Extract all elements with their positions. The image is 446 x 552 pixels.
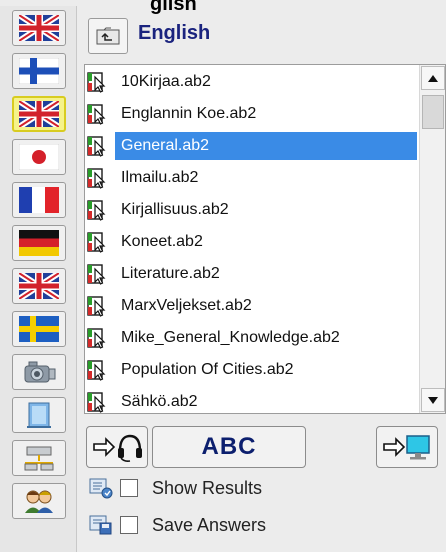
sidebar-item-camera[interactable] [12, 354, 66, 390]
file-list-item[interactable]: 10Kirjaa.ab2 [85, 66, 421, 98]
file-list-item[interactable]: Koneet.ab2 [85, 226, 421, 258]
file-list-item[interactable]: General.ab2 [85, 130, 421, 162]
language-sidebar [0, 6, 77, 552]
save-answers-icon [89, 515, 112, 535]
sidebar-item-uk-1[interactable] [12, 10, 66, 46]
arrow-headset-icon [93, 434, 142, 462]
show-results-label: Show Results [152, 477, 263, 498]
abc-file-icon [87, 136, 106, 157]
sidebar-item-japan[interactable] [12, 139, 66, 175]
abc-file-icon [87, 264, 106, 285]
file-name: Literature.ab2 [121, 265, 220, 282]
sidebar-item-network[interactable] [12, 440, 66, 476]
camera-icon [24, 361, 56, 383]
abc-label: ABC [201, 433, 257, 460]
file-list-item[interactable]: Literature.ab2 [85, 258, 421, 290]
flag-finland-icon [19, 58, 59, 84]
sidebar-item-finland[interactable] [12, 53, 66, 89]
file-list-item[interactable]: Population Of Cities.ab2 [85, 354, 421, 386]
sidebar-item-uk-selected[interactable] [12, 96, 66, 132]
file-name: 10Kirjaa.ab2 [121, 73, 211, 90]
arrow-down-icon [428, 396, 438, 404]
abc-file-icon [87, 72, 106, 93]
notepad-icon [27, 402, 51, 428]
sidebar-item-notepad[interactable] [12, 397, 66, 433]
flag-uk-icon [19, 101, 59, 127]
abc-file-icon [87, 200, 106, 221]
abc-file-icon [87, 104, 106, 125]
file-name: Sähkö.ab2 [121, 393, 198, 410]
file-list-item[interactable]: Kirjallisuus.ab2 [85, 194, 421, 226]
app-window: glish English 10Kirjaa.ab2 Englannin Koe… [0, 0, 446, 552]
file-name: General.ab2 [115, 132, 417, 160]
save-answers-checkbox[interactable] [120, 516, 138, 534]
abc-file-icon [87, 360, 106, 381]
sidebar-item-uk-2[interactable] [12, 268, 66, 304]
folder-up-icon [96, 27, 120, 45]
save-answers-label: Save Answers [152, 514, 267, 535]
flag-japan-icon [19, 144, 59, 170]
file-name: Kirjallisuus.ab2 [121, 201, 229, 218]
sidebar-item-france[interactable] [12, 182, 66, 218]
audio-test-button[interactable] [86, 426, 148, 468]
save-answers-option[interactable]: Save Answers [88, 512, 266, 538]
show-results-checkbox[interactable] [120, 479, 138, 497]
file-list-item[interactable]: Sähkö.ab2 [85, 386, 421, 413]
flag-uk-icon [19, 15, 59, 41]
results-icon [89, 478, 113, 499]
scroll-thumb[interactable] [422, 95, 444, 129]
file-list-item[interactable]: Englannin Koe.ab2 [85, 98, 421, 130]
flag-france-icon [19, 187, 59, 213]
abc-file-icon [87, 232, 106, 253]
network-icon [24, 446, 54, 471]
file-list-item[interactable]: Mike_General_Knowledge.ab2 [85, 322, 421, 354]
flag-sweden-icon [19, 316, 59, 342]
users-icon [25, 490, 53, 513]
sidebar-item-germany[interactable] [12, 225, 66, 261]
file-name: Koneet.ab2 [121, 233, 203, 250]
abc-file-icon [87, 328, 106, 349]
send-to-screen-button[interactable] [376, 426, 438, 468]
show-results-option[interactable]: Show Results [88, 475, 262, 501]
abc-file-icon [87, 296, 106, 317]
arrow-monitor-icon [383, 435, 430, 460]
abc-button[interactable]: ABC [152, 426, 306, 468]
list-scrollbar[interactable] [419, 65, 445, 413]
flag-uk-icon [19, 273, 59, 299]
sidebar-item-sweden[interactable] [12, 311, 66, 347]
arrow-up-icon [428, 74, 438, 82]
file-list[interactable]: 10Kirjaa.ab2 Englannin Koe.ab2 General.ab2… [84, 64, 446, 414]
file-list-item[interactable]: MarxVeljekset.ab2 [85, 290, 421, 322]
abc-file-icon [87, 168, 106, 189]
file-name: Population Of Cities.ab2 [121, 361, 294, 378]
scroll-down-button[interactable] [421, 388, 445, 412]
title-fragment: glish [150, 0, 197, 15]
flag-germany-icon [19, 230, 59, 256]
file-name: Ilmailu.ab2 [121, 169, 199, 186]
parent-folder-button[interactable] [88, 18, 128, 54]
file-name: Mike_General_Knowledge.ab2 [121, 329, 340, 346]
file-name: Englannin Koe.ab2 [121, 105, 257, 122]
abc-file-icon [87, 392, 106, 413]
sidebar-item-users[interactable] [12, 483, 66, 519]
language-title: English [138, 22, 211, 44]
file-list-item[interactable]: Ilmailu.ab2 [85, 162, 421, 194]
file-name: MarxVeljekset.ab2 [121, 297, 252, 314]
scroll-up-button[interactable] [421, 66, 445, 90]
